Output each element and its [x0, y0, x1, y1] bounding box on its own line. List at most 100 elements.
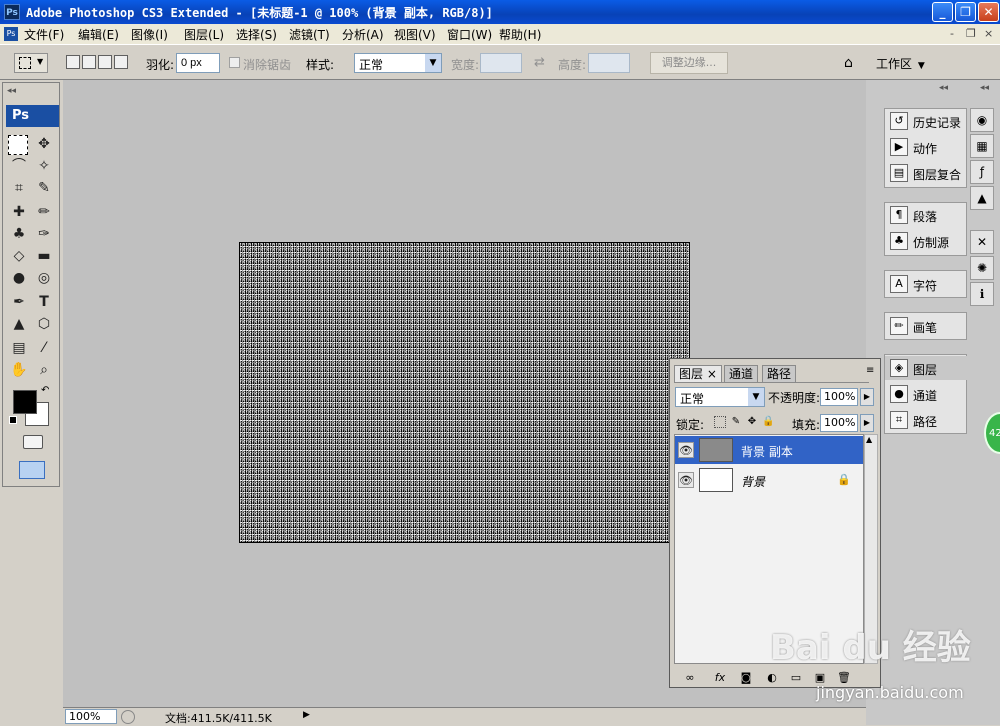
eraser-tool-icon[interactable]: ◇ — [8, 245, 30, 267]
status-icon[interactable] — [121, 710, 135, 724]
antialias-checkbox[interactable] — [229, 57, 240, 68]
menu-file[interactable]: 文件(F) — [24, 26, 64, 43]
zoom-tool-icon[interactable]: ⌕ — [33, 359, 55, 381]
pen-tool-icon[interactable]: ✒ — [8, 291, 30, 313]
menu-edit[interactable]: 编辑(E) — [78, 26, 119, 43]
dodge-tool-icon[interactable]: ◎ — [33, 267, 55, 289]
menu-help[interactable]: 帮助(H) — [499, 26, 541, 43]
lock-transparent-icon[interactable] — [714, 416, 726, 428]
eye-icon[interactable]: 👁 — [678, 442, 694, 458]
blend-mode-select[interactable]: 正常 ▼ — [675, 387, 765, 407]
history-brush-icon[interactable]: ✑ — [33, 223, 55, 245]
dock-item-history[interactable]: ↺ 历史记录 — [885, 109, 968, 133]
fill-input[interactable]: 100% — [820, 414, 858, 432]
doc-close-button[interactable]: × — [984, 27, 993, 40]
bridge-icon[interactable]: ⌂ — [844, 55, 853, 71]
path-select-icon[interactable]: ▲ — [8, 313, 30, 335]
dock-item-brushes[interactable]: ✏ 画笔 — [885, 314, 968, 338]
new-selection-button[interactable] — [66, 55, 80, 69]
dock-collapse-icon-2[interactable]: ◂◂ — [980, 83, 989, 93]
dock-collapse-icon[interactable]: ◂◂ — [939, 83, 948, 93]
menu-view[interactable]: 视图(V) — [394, 26, 436, 43]
adjustment-layer-icon[interactable]: ◐ — [764, 670, 780, 686]
dock-item-actions[interactable]: ▶ 动作 — [885, 135, 968, 159]
shape-tool-icon[interactable]: ⬡ — [33, 313, 55, 335]
layer-style-icon[interactable]: fx — [712, 670, 728, 686]
lock-pixels-icon[interactable]: ✎ — [730, 416, 742, 428]
tab-channels[interactable]: 通道 — [724, 365, 759, 382]
menu-filter[interactable]: 滤镜(T) — [289, 26, 330, 43]
refine-edge-button[interactable]: 调整边缘... — [650, 52, 728, 74]
lock-position-icon[interactable]: ✥ — [746, 416, 758, 428]
layer-mask-icon[interactable]: ◙ — [738, 670, 754, 686]
restore-button[interactable]: ❐ — [955, 2, 976, 22]
doc-restore-button[interactable]: ❐ — [966, 27, 976, 40]
menu-analysis[interactable]: 分析(A) — [342, 26, 384, 43]
dock-item-clone-source[interactable]: ♣ 仿制源 — [885, 229, 968, 253]
document-canvas[interactable] — [239, 242, 690, 543]
clone-stamp-icon[interactable]: ♣ — [8, 223, 30, 245]
lock-all-icon[interactable]: 🔒 — [762, 416, 774, 428]
doc-minimize-button[interactable]: - — [950, 27, 954, 40]
width-input[interactable] — [480, 53, 522, 73]
height-input[interactable] — [588, 53, 630, 73]
hand-tool-icon[interactable]: ✋ — [8, 359, 30, 381]
subtract-selection-button[interactable] — [98, 55, 112, 69]
swatches-icon[interactable]: ▦ — [970, 134, 994, 158]
dock-item-paths[interactable]: ⌗ 路径 — [885, 408, 968, 432]
tool-presets-icon[interactable]: ✕ — [970, 230, 994, 254]
new-group-icon[interactable]: ▭ — [788, 670, 804, 686]
brush-presets-icon[interactable]: ✺ — [970, 256, 994, 280]
screen-mode-icon[interactable] — [19, 461, 45, 479]
dock-item-layer-comps[interactable]: ▤ 图层复合 — [885, 161, 968, 185]
tab-paths[interactable]: 路径 — [762, 365, 797, 382]
opacity-input[interactable]: 100% — [820, 388, 858, 406]
magic-wand-icon[interactable]: ✧ — [33, 155, 55, 177]
layer-row-background[interactable]: 👁 背景 🔒 — [675, 466, 863, 494]
eyedropper-icon[interactable]: ⁄ — [33, 337, 55, 359]
type-tool-icon[interactable]: T — [33, 291, 55, 313]
fill-slider-button[interactable]: ▶ — [860, 414, 874, 432]
crop-tool-icon[interactable]: ⌗ — [8, 177, 30, 199]
quick-mask-icon[interactable] — [23, 435, 43, 449]
gradient-tool-icon[interactable]: ▬ — [33, 245, 55, 267]
healing-brush-icon[interactable]: ✚ — [8, 201, 30, 223]
swap-icon[interactable]: ⇄ — [534, 55, 545, 70]
brush-tool-icon[interactable]: ✏ — [33, 201, 55, 223]
eye-icon[interactable]: 👁 — [678, 472, 694, 488]
tool-preset-picker[interactable]: ▼ — [14, 53, 48, 73]
style-select[interactable]: 正常 ▼ — [354, 53, 442, 73]
close-button[interactable]: ✕ — [978, 2, 999, 22]
menu-window[interactable]: 窗口(W) — [447, 26, 492, 43]
zoom-field[interactable]: 100% — [65, 709, 117, 724]
blur-tool-icon[interactable]: ● — [8, 267, 30, 289]
status-menu-arrow[interactable]: ▶ — [303, 710, 310, 720]
dock-item-paragraph[interactable]: ¶ 段落 — [885, 203, 968, 227]
link-layers-icon[interactable]: ∞ — [682, 670, 698, 686]
add-selection-button[interactable] — [82, 55, 96, 69]
swap-colors-icon[interactable]: ↶ — [41, 385, 49, 396]
navigator-icon[interactable]: ◉ — [970, 108, 994, 132]
marquee-tool-icon[interactable] — [8, 135, 28, 155]
notes-tool-icon[interactable]: ▤ — [8, 337, 30, 359]
foreground-color-swatch-top[interactable] — [13, 390, 37, 414]
feather-input[interactable] — [176, 53, 220, 73]
styles-icon[interactable]: ƒ — [970, 160, 994, 184]
info-icon[interactable]: ℹ — [970, 282, 994, 306]
layer-row-background-copy[interactable]: 👁 背景 副本 — [675, 436, 863, 464]
workspace-menu[interactable]: 工作区 ▼ — [876, 53, 940, 73]
dock-item-channels[interactable]: ● 通道 — [885, 382, 968, 406]
slice-tool-icon[interactable]: ✎ — [33, 177, 55, 199]
minimize-button[interactable]: _ — [932, 2, 953, 22]
opacity-slider-button[interactable]: ▶ — [860, 388, 874, 406]
dock-item-layers[interactable]: ◈ 图层 — [885, 356, 968, 380]
dock-item-character[interactable]: A 字符 — [885, 272, 968, 296]
lasso-tool-icon[interactable]: ⌒ — [8, 155, 30, 177]
intersect-selection-button[interactable] — [114, 55, 128, 69]
panel-menu-icon[interactable]: ≡ — [866, 365, 874, 376]
scroll-up-icon[interactable]: ▲ — [866, 435, 872, 444]
histogram-icon[interactable]: ▲ — [970, 186, 994, 210]
move-tool-icon[interactable]: ✥ — [33, 133, 55, 155]
menu-layer[interactable]: 图层(L) — [184, 26, 224, 43]
default-colors-icon[interactable] — [9, 416, 17, 424]
